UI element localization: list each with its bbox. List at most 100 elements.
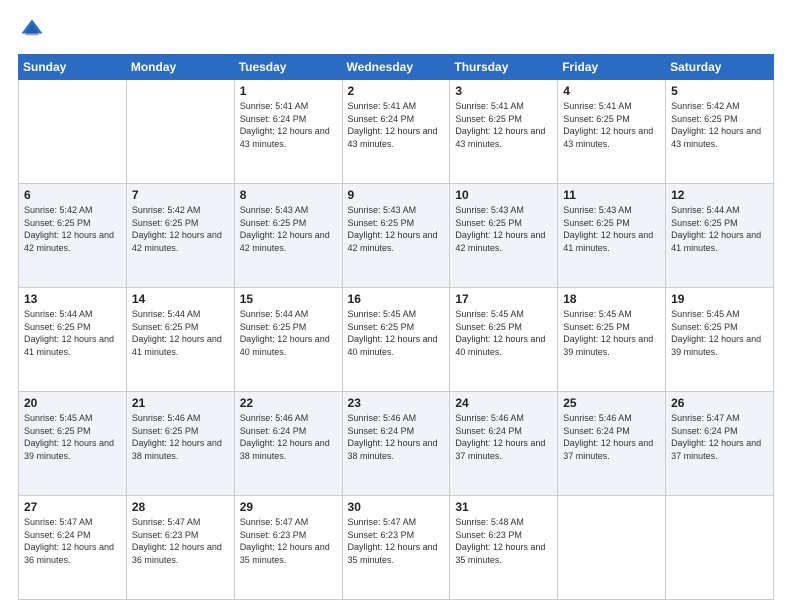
- calendar-cell-3-6: 18 Sunrise: 5:45 AMSunset: 6:25 PMDayligh…: [558, 288, 666, 392]
- day-number: 9: [348, 188, 445, 202]
- calendar-cell-3-1: 13 Sunrise: 5:44 AMSunset: 6:25 PMDayligh…: [19, 288, 127, 392]
- calendar-cell-3-3: 15 Sunrise: 5:44 AMSunset: 6:25 PMDayligh…: [234, 288, 342, 392]
- page: SundayMondayTuesdayWednesdayThursdayFrid…: [0, 0, 792, 612]
- day-number: 13: [24, 292, 121, 306]
- logo-icon: [18, 16, 46, 44]
- calendar-cell-5-7: [666, 496, 774, 600]
- day-number: 7: [132, 188, 229, 202]
- day-number: 31: [455, 500, 552, 514]
- day-info: Sunrise: 5:41 AMSunset: 6:25 PMDaylight:…: [563, 100, 660, 150]
- weekday-header-thursday: Thursday: [450, 55, 558, 80]
- week-row-1: 1Sunrise: 5:41 AMSunset: 6:24 PMDaylight…: [19, 80, 774, 184]
- calendar-cell-4-2: 21 Sunrise: 5:46 AMSunset: 6:25 PMDayligh…: [126, 392, 234, 496]
- calendar-cell-2-6: 11 Sunrise: 5:43 AMSunset: 6:25 PMDayligh…: [558, 184, 666, 288]
- day-number: 17: [455, 292, 552, 306]
- calendar-cell-1-3: 1Sunrise: 5:41 AMSunset: 6:24 PMDaylight…: [234, 80, 342, 184]
- day-number: 2: [348, 84, 445, 98]
- calendar-cell-1-6: 4 Sunrise: 5:41 AMSunset: 6:25 PMDaylight…: [558, 80, 666, 184]
- day-info: Sunrise: 5:43 AMSunset: 6:25 PMDaylight:…: [563, 204, 660, 254]
- calendar-cell-2-4: 9 Sunrise: 5:43 AMSunset: 6:25 PMDaylight…: [342, 184, 450, 288]
- day-info: Sunrise: 5:41 AMSunset: 6:24 PMDaylight:…: [240, 100, 337, 150]
- day-info: Sunrise: 5:46 AMSunset: 6:24 PMDaylight:…: [455, 412, 552, 462]
- day-info: Sunrise: 5:45 AMSunset: 6:25 PMDaylight:…: [348, 308, 445, 358]
- day-info: Sunrise: 5:43 AMSunset: 6:25 PMDaylight:…: [348, 204, 445, 254]
- day-info: Sunrise: 5:47 AMSunset: 6:24 PMDaylight:…: [671, 412, 768, 462]
- day-info: Sunrise: 5:45 AMSunset: 6:25 PMDaylight:…: [563, 308, 660, 358]
- calendar-cell-1-1: [19, 80, 127, 184]
- calendar-cell-1-2: [126, 80, 234, 184]
- day-info: Sunrise: 5:43 AMSunset: 6:25 PMDaylight:…: [455, 204, 552, 254]
- day-number: 23: [348, 396, 445, 410]
- logo: [18, 16, 50, 44]
- day-number: 27: [24, 500, 121, 514]
- calendar-cell-1-5: 3 Sunrise: 5:41 AMSunset: 6:25 PMDaylight…: [450, 80, 558, 184]
- day-info: Sunrise: 5:48 AMSunset: 6:23 PMDaylight:…: [455, 516, 552, 566]
- day-number: 16: [348, 292, 445, 306]
- calendar-cell-4-3: 22Sunrise: 5:46 AMSunset: 6:24 PMDayligh…: [234, 392, 342, 496]
- day-info: Sunrise: 5:44 AMSunset: 6:25 PMDaylight:…: [671, 204, 768, 254]
- day-info: Sunrise: 5:47 AMSunset: 6:23 PMDaylight:…: [132, 516, 229, 566]
- calendar-cell-2-2: 7 Sunrise: 5:42 AMSunset: 6:25 PMDaylight…: [126, 184, 234, 288]
- day-number: 21: [132, 396, 229, 410]
- calendar-cell-5-4: 30 Sunrise: 5:47 AMSunset: 6:23 PMDayligh…: [342, 496, 450, 600]
- day-info: Sunrise: 5:47 AMSunset: 6:24 PMDaylight:…: [24, 516, 121, 566]
- day-number: 15: [240, 292, 337, 306]
- calendar-table: SundayMondayTuesdayWednesdayThursdayFrid…: [18, 54, 774, 600]
- calendar-cell-2-7: 12Sunrise: 5:44 AMSunset: 6:25 PMDayligh…: [666, 184, 774, 288]
- weekday-header-row: SundayMondayTuesdayWednesdayThursdayFrid…: [19, 55, 774, 80]
- day-number: 4: [563, 84, 660, 98]
- day-number: 30: [348, 500, 445, 514]
- calendar-cell-3-5: 17 Sunrise: 5:45 AMSunset: 6:25 PMDayligh…: [450, 288, 558, 392]
- day-number: 5: [671, 84, 768, 98]
- day-number: 24: [455, 396, 552, 410]
- day-info: Sunrise: 5:42 AMSunset: 6:25 PMDaylight:…: [671, 100, 768, 150]
- calendar-cell-1-7: 5 Sunrise: 5:42 AMSunset: 6:25 PMDaylight…: [666, 80, 774, 184]
- calendar-cell-5-5: 31 Sunrise: 5:48 AMSunset: 6:23 PMDayligh…: [450, 496, 558, 600]
- weekday-header-saturday: Saturday: [666, 55, 774, 80]
- calendar-cell-3-7: 19 Sunrise: 5:45 AMSunset: 6:25 PMDayligh…: [666, 288, 774, 392]
- day-info: Sunrise: 5:47 AMSunset: 6:23 PMDaylight:…: [348, 516, 445, 566]
- day-number: 6: [24, 188, 121, 202]
- day-number: 25: [563, 396, 660, 410]
- calendar-cell-2-1: 6 Sunrise: 5:42 AMSunset: 6:25 PMDaylight…: [19, 184, 127, 288]
- day-info: Sunrise: 5:42 AMSunset: 6:25 PMDaylight:…: [24, 204, 121, 254]
- day-number: 11: [563, 188, 660, 202]
- calendar-cell-2-3: 8Sunrise: 5:43 AMSunset: 6:25 PMDaylight…: [234, 184, 342, 288]
- day-number: 28: [132, 500, 229, 514]
- day-number: 20: [24, 396, 121, 410]
- calendar-cell-4-5: 24 Sunrise: 5:46 AMSunset: 6:24 PMDayligh…: [450, 392, 558, 496]
- weekday-header-wednesday: Wednesday: [342, 55, 450, 80]
- day-number: 10: [455, 188, 552, 202]
- calendar-cell-5-3: 29Sunrise: 5:47 AMSunset: 6:23 PMDayligh…: [234, 496, 342, 600]
- day-number: 19: [671, 292, 768, 306]
- day-info: Sunrise: 5:42 AMSunset: 6:25 PMDaylight:…: [132, 204, 229, 254]
- day-info: Sunrise: 5:44 AMSunset: 6:25 PMDaylight:…: [24, 308, 121, 358]
- day-info: Sunrise: 5:46 AMSunset: 6:24 PMDaylight:…: [563, 412, 660, 462]
- day-info: Sunrise: 5:46 AMSunset: 6:25 PMDaylight:…: [132, 412, 229, 462]
- calendar-cell-4-4: 23 Sunrise: 5:46 AMSunset: 6:24 PMDayligh…: [342, 392, 450, 496]
- calendar-cell-5-1: 27 Sunrise: 5:47 AMSunset: 6:24 PMDayligh…: [19, 496, 127, 600]
- day-number: 29: [240, 500, 337, 514]
- calendar-cell-4-1: 20 Sunrise: 5:45 AMSunset: 6:25 PMDayligh…: [19, 392, 127, 496]
- calendar-cell-1-4: 2Sunrise: 5:41 AMSunset: 6:24 PMDaylight…: [342, 80, 450, 184]
- week-row-3: 13 Sunrise: 5:44 AMSunset: 6:25 PMDayligh…: [19, 288, 774, 392]
- weekday-header-friday: Friday: [558, 55, 666, 80]
- day-number: 18: [563, 292, 660, 306]
- day-info: Sunrise: 5:46 AMSunset: 6:24 PMDaylight:…: [348, 412, 445, 462]
- weekday-header-tuesday: Tuesday: [234, 55, 342, 80]
- day-info: Sunrise: 5:45 AMSunset: 6:25 PMDaylight:…: [24, 412, 121, 462]
- day-number: 3: [455, 84, 552, 98]
- day-info: Sunrise: 5:44 AMSunset: 6:25 PMDaylight:…: [240, 308, 337, 358]
- day-info: Sunrise: 5:44 AMSunset: 6:25 PMDaylight:…: [132, 308, 229, 358]
- day-info: Sunrise: 5:41 AMSunset: 6:25 PMDaylight:…: [455, 100, 552, 150]
- day-info: Sunrise: 5:45 AMSunset: 6:25 PMDaylight:…: [671, 308, 768, 358]
- weekday-header-monday: Monday: [126, 55, 234, 80]
- calendar-cell-4-7: 26 Sunrise: 5:47 AMSunset: 6:24 PMDayligh…: [666, 392, 774, 496]
- day-info: Sunrise: 5:46 AMSunset: 6:24 PMDaylight:…: [240, 412, 337, 462]
- weekday-header-sunday: Sunday: [19, 55, 127, 80]
- day-number: 14: [132, 292, 229, 306]
- week-row-4: 20 Sunrise: 5:45 AMSunset: 6:25 PMDayligh…: [19, 392, 774, 496]
- day-info: Sunrise: 5:45 AMSunset: 6:25 PMDaylight:…: [455, 308, 552, 358]
- calendar-cell-5-6: [558, 496, 666, 600]
- day-number: 26: [671, 396, 768, 410]
